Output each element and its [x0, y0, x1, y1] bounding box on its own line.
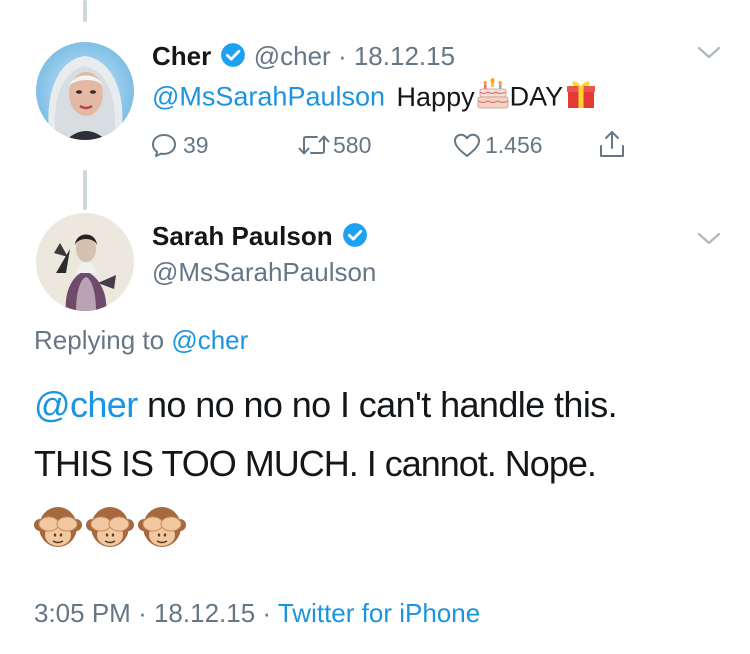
like-count: 1.456 [485, 131, 543, 158]
replying-to-line: Replying to @cher [34, 323, 248, 357]
avatar-cher[interactable] [36, 42, 134, 140]
verified-badge-icon [220, 42, 246, 75]
tweet-metadata: 3:05 PM · 18.12.15 · Twitter for iPhone [34, 596, 480, 630]
reply-count: 39 [183, 131, 209, 158]
share-icon[interactable] [597, 128, 627, 165]
like-action[interactable]: 1.456 [452, 130, 543, 160]
see-no-evil-monkey-icon [86, 505, 134, 553]
tweet-source-link[interactable]: Twitter for iPhone [278, 598, 480, 628]
retweet-count: 580 [333, 131, 372, 158]
tweet-time: 3:05 PM [34, 598, 131, 628]
wrapped-gift-icon [565, 78, 597, 119]
avatar-sarah[interactable] [36, 213, 134, 311]
tweet-text-day: DAY [509, 81, 564, 112]
tweet-cher-header: Cher @cher · 18.12.15 [152, 40, 455, 75]
emoji-row [34, 505, 186, 553]
see-no-evil-monkey-icon [34, 505, 82, 553]
birthday-cake-icon [476, 78, 510, 119]
chevron-down-icon[interactable] [696, 44, 722, 67]
thread-line-middle [83, 170, 87, 210]
author-handle[interactable]: @MsSarahPaulson [152, 256, 376, 288]
tweet-cher-text: @MsSarahPaulson Happy DAY [152, 78, 597, 119]
author-name[interactable]: Cher [152, 41, 211, 71]
mention-link[interactable]: @MsSarahPaulson [152, 82, 385, 112]
separator-dot: · [337, 41, 347, 71]
chevron-down-icon[interactable] [696, 230, 722, 253]
tweet-body-line-1: @cher no no no no I can't handle this. [34, 381, 618, 429]
thread-line-top [83, 0, 87, 22]
separator-dot: · [138, 598, 147, 628]
tweet-text-happy: Happy [396, 81, 475, 112]
separator-dot: · [262, 598, 272, 628]
see-no-evil-monkey-icon [138, 505, 186, 553]
replying-to-label: Replying to [34, 325, 165, 355]
tweet-text-line-2: THIS IS TOO MUCH. I cannot. Nope. [34, 443, 597, 484]
author-name[interactable]: Sarah Paulson [152, 221, 333, 251]
reply-icon [150, 131, 178, 159]
tweet-text-line-1: no no no no I can't handle this. [146, 384, 618, 425]
mention-link[interactable]: @cher [34, 384, 138, 425]
retweet-action[interactable]: 580 [297, 130, 371, 160]
heart-icon [452, 131, 482, 159]
replying-to-mention[interactable]: @cher [171, 325, 248, 355]
reply-action[interactable]: 39 [150, 130, 209, 160]
author-handle[interactable]: @cher [254, 41, 331, 71]
tweet-sarah-name-row: Sarah Paulson [152, 220, 368, 255]
retweet-icon [297, 131, 331, 159]
tweet-date: 18.12.15 [153, 598, 256, 628]
tweet-date[interactable]: 18.12.15 [354, 41, 455, 71]
verified-badge-icon [342, 222, 368, 255]
